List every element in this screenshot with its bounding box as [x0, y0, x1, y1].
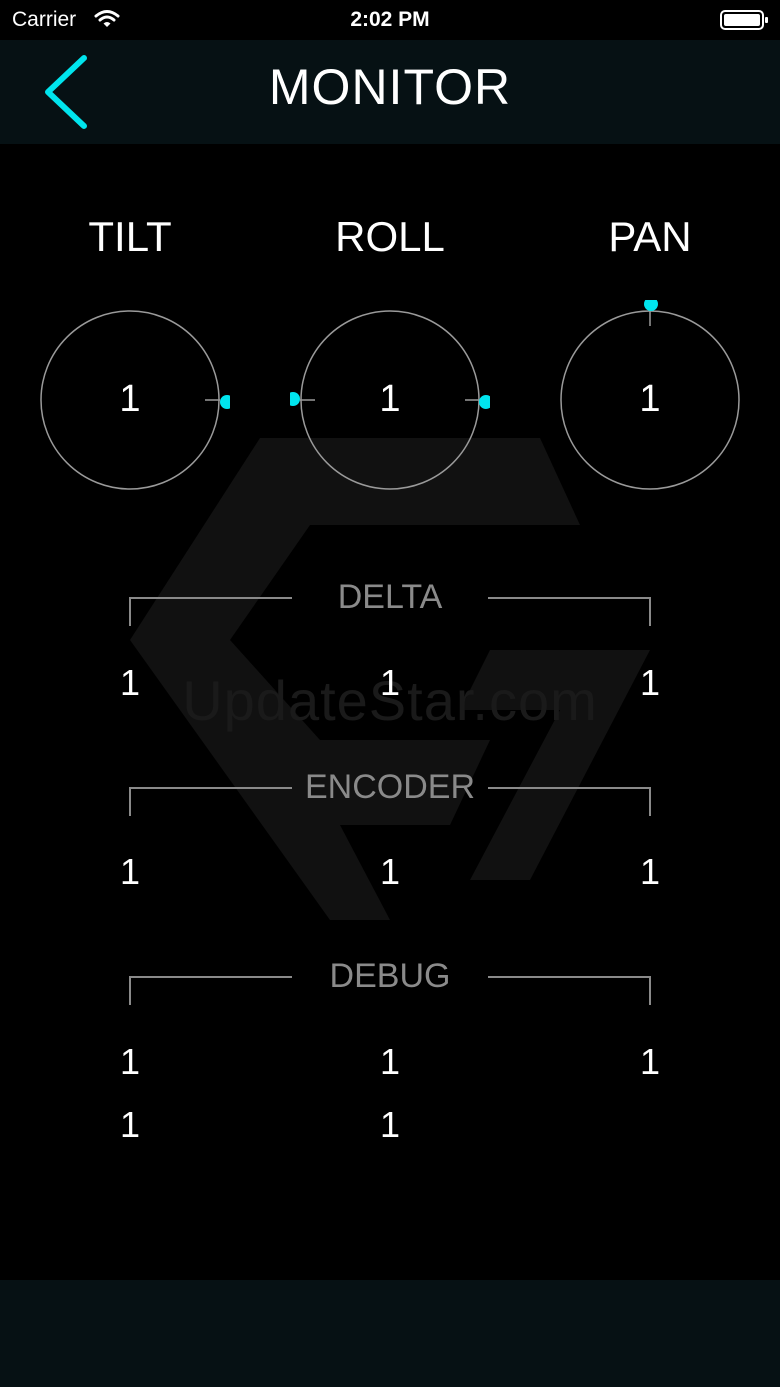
roll-value: 1 [379, 378, 401, 420]
debug-value-4: 1 [119, 1104, 141, 1145]
delta-value-3: 1 [639, 662, 661, 703]
pan-indicator [644, 300, 658, 311]
delta-value-1: 1 [119, 662, 141, 703]
encoder-value-3: 1 [639, 851, 661, 892]
pan-label: PAN [608, 213, 692, 260]
encoder-value-1: 1 [119, 851, 141, 892]
delta-label: DELTA [337, 578, 443, 616]
encoder-section-header: ENCODER [0, 768, 780, 818]
delta-value-2: 1 [379, 662, 401, 703]
pan-value: 1 [639, 378, 661, 420]
debug-section-header: DEBUG [0, 957, 780, 1007]
debug-value-5: 1 [379, 1104, 401, 1145]
tilt-value: 1 [119, 378, 141, 420]
page-title: MONITOR [268, 59, 512, 115]
battery-icon [720, 10, 768, 30]
tilt-label: TILT [88, 213, 172, 260]
encoder-label: ENCODER [304, 768, 476, 806]
bottom-bar [0, 1280, 780, 1387]
status-bar: Carrier 2:02 PM [0, 0, 780, 40]
nav-bar: MONITOR [0, 40, 780, 144]
delta-section-header: DELTA [0, 578, 780, 628]
debug-label: DEBUG [329, 957, 451, 995]
encoder-value-2: 1 [379, 851, 401, 892]
status-time: 2:02 PM [350, 8, 430, 31]
roll-label: ROLL [335, 213, 445, 260]
debug-value-3: 1 [639, 1041, 661, 1082]
debug-value-1: 1 [119, 1041, 141, 1082]
debug-value-2: 1 [379, 1041, 401, 1082]
